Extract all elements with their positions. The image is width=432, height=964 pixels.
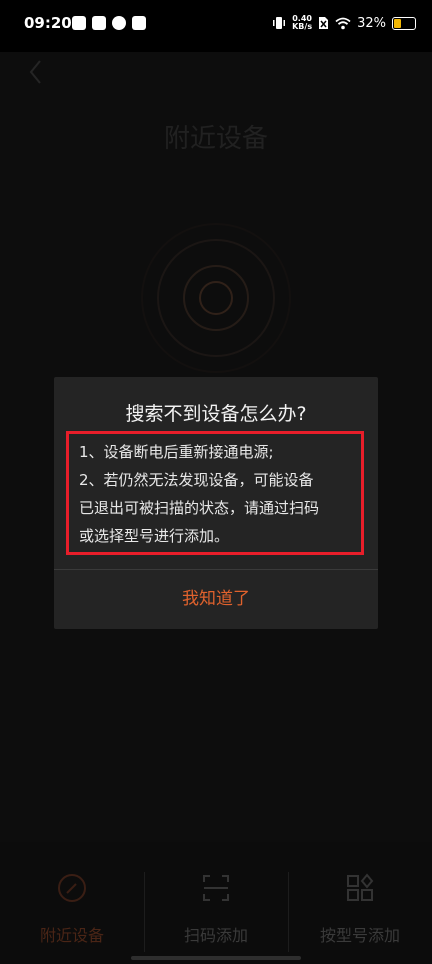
- tab-scan-add[interactable]: 扫码添加: [144, 842, 288, 964]
- home-indicator[interactable]: [131, 956, 301, 960]
- message-notification-icon: [132, 16, 146, 30]
- help-dialog: 搜索不到设备怎么办? 1、设备断电后重新接通电源; 2、若仍然无法发现设备，可能…: [54, 377, 378, 629]
- dialog-line: 或选择型号进行添加。: [79, 527, 230, 545]
- dialog-line: 2、若仍然无法发现设备，可能设备: [79, 471, 314, 489]
- tab-nearby-devices[interactable]: 附近设备: [0, 842, 144, 964]
- link-notification-icon: [112, 16, 126, 30]
- confirm-button[interactable]: 我知道了: [54, 569, 378, 629]
- app-notification-icon: [72, 16, 86, 30]
- no-sim-icon: [319, 17, 329, 29]
- dialog-line: 已退出可被扫描的状态，请通过扫码: [79, 499, 320, 517]
- mail-notification-icon: [92, 16, 106, 30]
- vibrate-icon: [273, 17, 286, 29]
- status-bar: 09:20 0.40 KB/s 32%: [0, 0, 432, 52]
- system-icons: 0.40 KB/s 32%: [272, 15, 416, 31]
- battery-percent: 32%: [357, 15, 386, 31]
- compass-icon: [58, 874, 86, 902]
- scan-icon: [203, 875, 229, 901]
- bottom-tab-bar: 附近设备 扫码添加 按型号添加: [0, 842, 432, 964]
- notification-icons: [72, 16, 146, 30]
- status-time: 09:20: [24, 14, 72, 32]
- network-speed: 0.40 KB/s: [292, 14, 313, 31]
- dialog-body-highlighted: 1、设备断电后重新接通电源; 2、若仍然无法发现设备，可能设备 已退出可被扫描的…: [66, 431, 364, 555]
- dialog-title: 搜索不到设备怎么办?: [125, 403, 307, 425]
- wifi-icon: [335, 17, 351, 29]
- tab-label: 扫码添加: [183, 926, 248, 945]
- tab-label: 按型号添加: [319, 926, 400, 945]
- grid-icon: [347, 873, 374, 901]
- dialog-line: 1、设备断电后重新接通电源;: [79, 443, 274, 461]
- tab-model-add[interactable]: 按型号添加: [288, 842, 432, 964]
- battery-icon: [392, 16, 416, 30]
- tab-label: 附近设备: [39, 926, 104, 945]
- battery-fill: [394, 18, 402, 28]
